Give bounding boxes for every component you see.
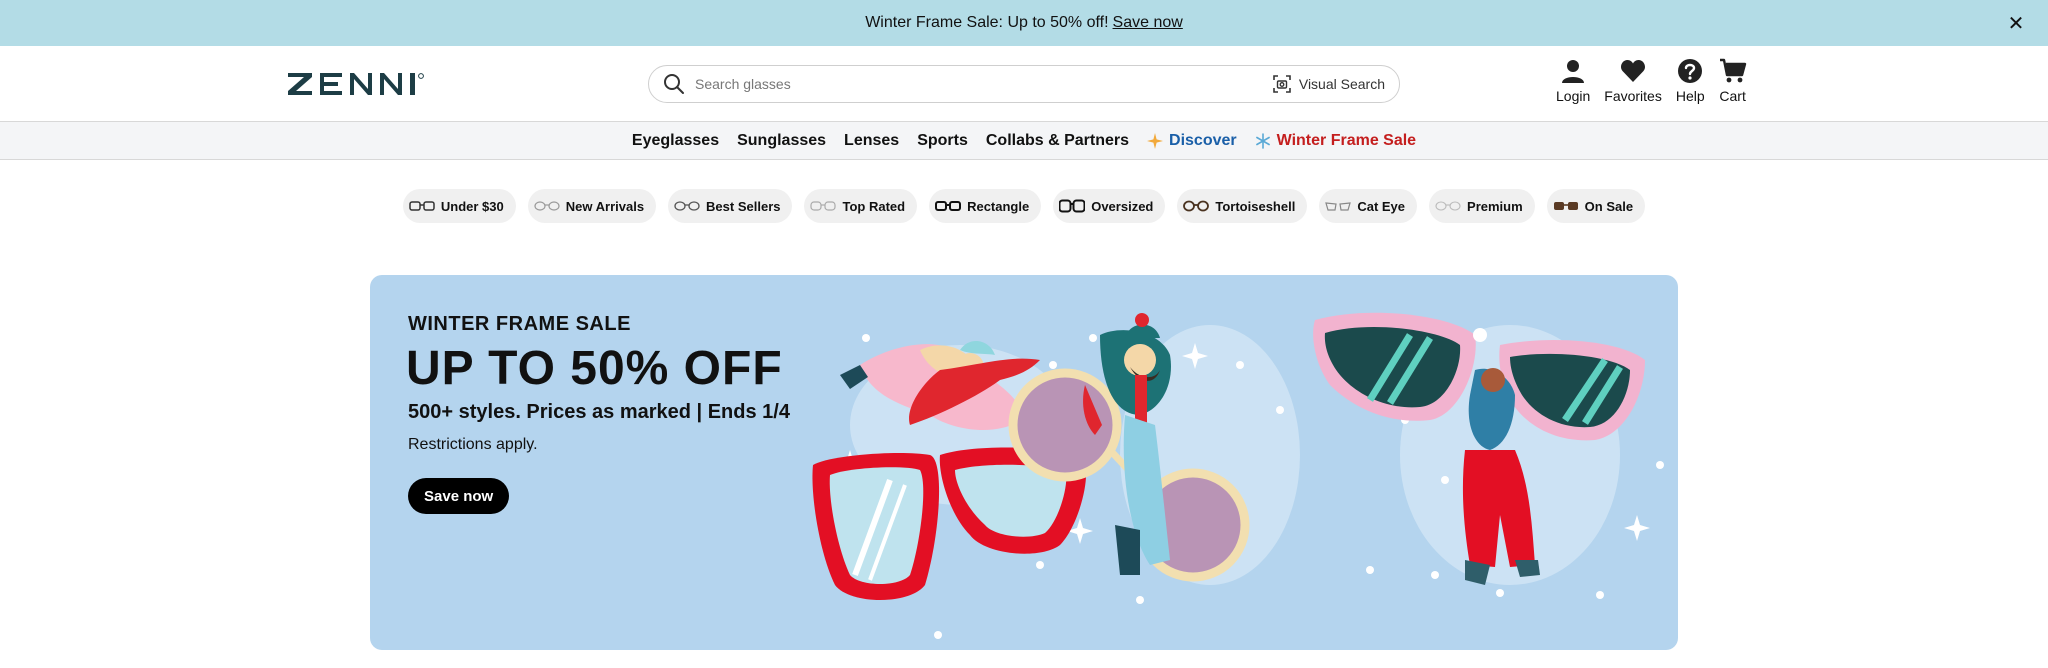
search-icon [664,74,684,94]
chip-label: Top Rated [842,198,906,214]
glasses-thumbnail [1435,201,1461,211]
chip-premium[interactable]: Premium [1429,189,1535,223]
chip-label: Cat Eye [1357,198,1406,214]
sunglasses-thumbnail [1553,202,1578,210]
winter-sale-illustration [812,312,1664,639]
chip-label: Best Sellers [706,198,781,214]
hero-note: Restrictions apply. [408,436,538,453]
favorites-label: Favorites [1604,88,1662,104]
nav-lenses[interactable]: Lenses [844,132,899,150]
nav-collabs[interactable]: Collabs & Partners [986,132,1129,150]
chip-label: Premium [1467,198,1523,214]
chip-best-sellers[interactable]: Best Sellers [668,189,793,223]
visual-search-button[interactable]: Visual Search [1273,75,1385,93]
promo-bar: Winter Frame Sale: Up to 50% off! Save n… [0,0,2048,46]
chip-label: Under $30 [440,198,504,214]
glasses-thumbnail [1059,199,1086,213]
promo-text: Winter Frame Sale: Up to 50% off! [865,14,1109,31]
snowflake-icon [1255,132,1270,149]
zenni-logo[interactable] [288,72,432,96]
help-label: Help [1675,88,1705,104]
login-button[interactable]: Login [1556,58,1590,104]
chip-new-arrivals[interactable]: New Arrivals [527,189,657,223]
hero-banner[interactable]: WINTER FRAME SALE UP TO 50% OFF 500+ sty… [370,275,1678,650]
hero-eyebrow: WINTER FRAME SALE [408,313,631,335]
heart-icon [1621,60,1646,82]
site-header: Visual Search Login Favorites Help [0,46,2048,122]
save-now-button[interactable]: Save now [408,478,510,514]
nav-discover-label: Discover [1169,131,1237,149]
chip-label: Rectangle [967,198,1030,214]
cart-label: Cart [1719,88,1746,104]
close-icon[interactable]: ✕ [2004,11,2028,35]
search-bar: Visual Search [648,65,1400,103]
chip-on-sale[interactable]: On Sale [1546,189,1646,223]
help-button[interactable]: Help [1676,58,1705,104]
chip-label: Oversized [1091,198,1154,214]
promo-save-link[interactable]: Save now [1113,14,1183,32]
chip-oversized[interactable]: Oversized [1053,189,1166,223]
chip-tortoiseshell[interactable]: Tortoiseshell [1177,189,1308,223]
nav-sports[interactable]: Sports [917,132,968,150]
cart-icon [1719,58,1746,83]
glasses-thumbnail [674,201,700,211]
chip-top-rated[interactable]: Top Rated [804,189,918,223]
glasses-thumbnail [935,201,962,211]
login-label: Login [1556,88,1591,104]
chip-label: New Arrivals [565,198,645,214]
glasses-thumbnail [1183,200,1210,212]
nav-winter-sale-label: Winter Frame Sale [1276,131,1417,149]
sparkle-icon [1147,132,1164,149]
cart-button[interactable]: Cart [1719,58,1747,104]
nav-discover[interactable]: Discover [1147,132,1237,150]
main-nav: Eyeglasses Sunglasses Lenses Sports Coll… [0,122,2048,160]
glasses-thumbnail [810,201,837,211]
visual-search-label: Visual Search [1298,76,1385,92]
header-actions: Login Favorites Help Cart [1556,58,1761,104]
chip-cat-eye[interactable]: Cat Eye [1319,189,1418,223]
help-icon [1678,59,1703,83]
chip-label: On Sale [1584,198,1634,214]
hero-subhead: 500+ styles. Prices as marked | Ends 1/4 [408,401,790,423]
nav-sunglasses[interactable]: Sunglasses [737,132,826,150]
camera-scan-icon [1273,75,1291,93]
search-input[interactable] [695,76,1273,92]
chip-rectangle[interactable]: Rectangle [929,189,1042,223]
category-chips: Under $30 New Arrivals Best Sellers Top … [0,189,2048,223]
user-icon [1562,60,1585,83]
nav-eyeglasses[interactable]: Eyeglasses [632,132,719,150]
hero-headline: UP TO 50% OFF [406,342,783,395]
glasses-thumbnail [1325,202,1352,211]
favorites-button[interactable]: Favorites [1604,58,1662,104]
chip-label: Tortoiseshell [1215,198,1296,214]
glasses-thumbnail [534,201,560,211]
glasses-thumbnail [409,201,435,211]
nav-winter-sale[interactable]: Winter Frame Sale [1255,132,1416,150]
chip-under-30[interactable]: Under $30 [402,189,516,223]
